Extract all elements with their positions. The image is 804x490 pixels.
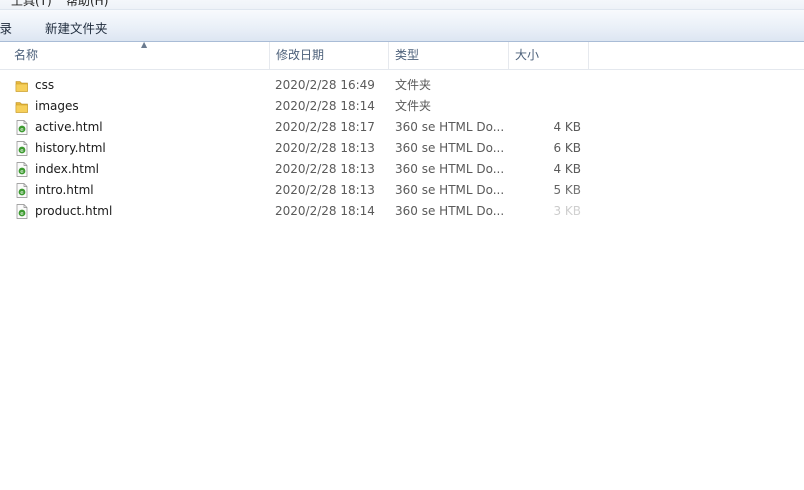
column-header-size-label: 大小 (515, 48, 540, 62)
file-type: 文件夹 (395, 78, 432, 92)
file-date: 2020/2/28 18:14 (275, 99, 375, 113)
file-name: css (35, 78, 55, 92)
explorer-window: 工具(T) 帮助(H) 刻录 新建文件夹 名称 ▲ 修改日期 类型 大小 css… (0, 0, 804, 490)
html-file-icon: e (15, 141, 29, 156)
file-row[interactable]: images 2020/2/28 18:14 文件夹 (0, 96, 804, 117)
column-header-row: 名称 ▲ 修改日期 类型 大小 (0, 40, 804, 70)
file-list: css 2020/2/28 16:49 文件夹 images 2020/2/28 18:… (0, 75, 804, 222)
column-header-date-label: 修改日期 (276, 48, 325, 62)
file-row[interactable]: e history.html 2020/2/28 18:13 360 se HTML … (0, 138, 804, 159)
column-header-name-label: 名称 (14, 48, 39, 62)
file-date: 2020/2/28 18:13 (275, 141, 375, 155)
file-size: 4 KB (553, 162, 581, 176)
sort-ascending-icon: ▲ (141, 40, 148, 49)
column-header-name[interactable]: 名称 ▲ (8, 40, 270, 69)
file-row[interactable]: css 2020/2/28 16:49 文件夹 (0, 75, 804, 96)
file-type: 360 se HTML Do... (395, 120, 505, 134)
html-file-icon: e (15, 183, 29, 198)
file-date: 2020/2/28 16:49 (275, 78, 375, 92)
menu-help[interactable]: 帮助(H) (66, 0, 108, 9)
new-folder-button[interactable]: 新建文件夹 (45, 18, 108, 37)
file-size: 6 KB (553, 141, 581, 155)
file-size: 5 KB (553, 183, 581, 197)
file-size: 3 KB (553, 204, 581, 218)
column-header-type-label: 类型 (395, 48, 420, 62)
file-date: 2020/2/28 18:17 (275, 120, 375, 134)
file-size: 4 KB (553, 120, 581, 134)
file-type: 360 se HTML Do... (395, 162, 505, 176)
html-file-icon: e (15, 162, 29, 177)
file-name: intro.html (35, 183, 94, 197)
html-file-icon: e (15, 204, 29, 219)
file-name: history.html (35, 141, 106, 155)
column-header-date[interactable]: 修改日期 (270, 42, 389, 69)
file-type: 文件夹 (395, 99, 432, 113)
burn-button[interactable]: 刻录 (0, 18, 12, 37)
file-name: product.html (35, 204, 113, 218)
folder-icon (15, 78, 29, 93)
file-date: 2020/2/28 18:13 (275, 183, 375, 197)
html-file-icon: e (15, 120, 29, 135)
file-row[interactable]: e index.html 2020/2/28 18:13 360 se HTML Do… (0, 159, 804, 180)
folder-icon (15, 99, 29, 114)
menu-bar: 工具(T) 帮助(H) (0, 0, 804, 10)
file-row[interactable]: e product.html 2020/2/28 18:14 360 se HTML … (0, 201, 804, 222)
file-date: 2020/2/28 18:13 (275, 162, 375, 176)
file-row[interactable]: e intro.html 2020/2/28 18:13 360 se HTML Do… (0, 180, 804, 201)
file-date: 2020/2/28 18:14 (275, 204, 375, 218)
column-header-type[interactable]: 类型 (389, 42, 509, 69)
menu-tools[interactable]: 工具(T) (11, 0, 52, 9)
file-name: active.html (35, 120, 103, 134)
file-type: 360 se HTML Do... (395, 204, 505, 218)
file-name: images (35, 99, 79, 113)
file-row[interactable]: e active.html 2020/2/28 18:17 360 se HTML D… (0, 117, 804, 138)
column-header-size[interactable]: 大小 (509, 42, 589, 69)
command-toolbar: 刻录 新建文件夹 (0, 10, 804, 42)
file-type: 360 se HTML Do... (395, 183, 505, 197)
file-name: index.html (35, 162, 99, 176)
file-type: 360 se HTML Do... (395, 141, 505, 155)
